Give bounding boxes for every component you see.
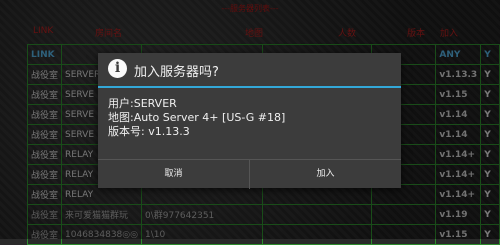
server-version-line: 版本号: v1.13.3 xyxy=(108,125,190,138)
server-map-line: 地图:Auto Server 4+ [US-G #18] xyxy=(108,111,286,124)
info-icon: i xyxy=(108,59,127,78)
cancel-button[interactable]: 取消 xyxy=(98,160,250,189)
server-user-line: 用户:SERVER xyxy=(108,97,177,110)
join-button[interactable]: 加入 xyxy=(250,160,401,189)
dialog-message: 用户:SERVER 地图:Auto Server 4+ [US-G #18] 版… xyxy=(108,97,285,139)
join-server-dialog: i 加入服务器吗? 用户:SERVER 地图:Auto Server 4+ [U… xyxy=(98,53,401,189)
dialog-header: i 加入服务器吗? xyxy=(98,53,401,88)
dialog-buttons: 取消 加入 xyxy=(98,159,401,189)
dialog-title: 加入服务器吗? xyxy=(134,65,219,80)
